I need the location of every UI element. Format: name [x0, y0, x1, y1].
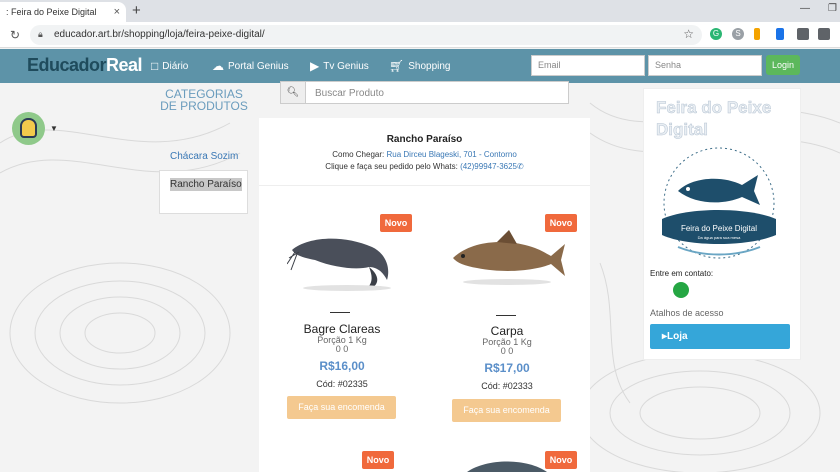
nav-label: Shopping [408, 60, 451, 72]
logo-part1: Educador [27, 55, 107, 75]
whats-link[interactable]: (42)99947-3625 [460, 162, 517, 171]
extension-pencil-icon[interactable] [754, 28, 760, 40]
contact-label: Entre em contato: [650, 269, 714, 278]
address-bar[interactable]: 🔒︎ educador.art.br/shopping/loja/feira-p… [30, 25, 702, 45]
logo-tagline: Da água para sua mesa [698, 235, 741, 240]
store-directions: Como Chegar: Rua Dirceu Blageski, 701 - … [259, 150, 590, 159]
nav-label: Tv Genius [323, 60, 369, 72]
store-whats: Clique e faça seu pedido pelo Whats: (42… [259, 162, 590, 171]
extension-g-icon[interactable]: G [710, 28, 722, 40]
product-price: R$16,00 [319, 359, 365, 373]
store-title: Feira do Peixe Digital [656, 98, 772, 140]
password-field[interactable]: Senha [648, 55, 762, 76]
login-button[interactable]: Login [766, 55, 800, 75]
browser-toolbar: ↻ 🔒︎ educador.art.br/shopping/loja/feira… [0, 22, 840, 48]
new-badge: Novo [545, 451, 577, 469]
store-list: Rancho Paraíso [159, 170, 248, 214]
loja-button[interactable]: ▸Loja [650, 324, 790, 349]
tab-title: : Feira do Peixe Digital [6, 7, 97, 17]
chevron-down-icon[interactable]: ▼ [50, 124, 58, 133]
search-icon[interactable]: 🔍︎ [281, 82, 306, 103]
book-icon: □ [151, 59, 159, 73]
product-search: 🔍︎ Buscar Produto [280, 81, 569, 104]
restore-button[interactable]: ❐ [828, 3, 837, 14]
extension-skype-icon[interactable]: S [732, 28, 744, 40]
product-price: R$17,00 [484, 361, 530, 375]
product-rating: 0 0 [500, 346, 514, 356]
brain-head-icon [20, 118, 37, 138]
store-info: Rancho Paraíso Como Chegar: Rua Dirceu B… [259, 118, 590, 186]
new-tab-button[interactable]: + [132, 2, 141, 19]
nav-portal-genius[interactable]: ☁ Portal Genius [212, 59, 289, 73]
category-link[interactable]: Chácara Sozim [170, 151, 238, 162]
products-area: Rancho Paraíso Como Chegar: Rua Dirceu B… [259, 118, 590, 472]
selected-store-item[interactable]: Rancho Paraíso [170, 178, 242, 191]
store-logo: Feira do Peixe Digital Da água para sua … [662, 147, 776, 259]
tab-close-icon[interactable]: × [114, 6, 120, 18]
bookmark-star-icon[interactable]: ☆ [683, 27, 694, 41]
product-code: Cód: #02333 [481, 381, 533, 391]
product-name[interactable]: Bagre Clareas [267, 322, 417, 336]
email-field[interactable]: Email [531, 55, 645, 76]
product-rating: 0 0 [335, 344, 349, 354]
url-text: educador.art.br/shopping/loja/feira-peix… [54, 29, 265, 40]
play-icon: ▶ [310, 59, 320, 73]
nav-tv-genius[interactable]: ▶ Tv Genius [310, 59, 369, 73]
cast-icon[interactable] [818, 28, 830, 40]
nav-label: Portal Genius [228, 60, 289, 72]
product-name[interactable]: Carpa [432, 324, 582, 338]
categories-title: CATEGORIAS DE PRODUTOS [160, 87, 248, 113]
store-side-panel: Feira do Peixe Digital Feira do Peixe Di… [643, 88, 801, 360]
order-button[interactable]: Faça sua encomenda [452, 399, 561, 422]
new-badge: Novo [362, 451, 394, 469]
cart-icon: 🛒︎ [389, 59, 405, 73]
product-code: Cód: #02335 [316, 379, 368, 389]
whatsapp-icon: ✆ [517, 162, 524, 171]
extension-feather-icon[interactable] [776, 28, 784, 40]
logo-text: Feira do Peixe Digital [681, 224, 757, 233]
loja-label: Loja [667, 331, 688, 342]
browser-tabstrip: : Feira do Peixe Digital × + — ❐ [0, 0, 840, 22]
separator-line [496, 315, 516, 316]
extensions-puzzle-icon[interactable] [797, 28, 809, 40]
order-button[interactable]: Faça sua encomenda [287, 396, 396, 419]
search-input[interactable]: Buscar Produto [315, 88, 384, 99]
site-header: EducadorReal □ Diário ☁ Portal Genius ▶ Tv … [0, 49, 840, 83]
minimize-button[interactable]: — [800, 3, 810, 14]
catfish-image [287, 238, 391, 291]
cloud-icon: ☁ [212, 59, 224, 73]
directions-label: Como Chegar: [332, 150, 385, 159]
reload-icon[interactable]: ↻ [10, 28, 20, 42]
nav-label: Diário [162, 60, 189, 72]
nav-diario[interactable]: □ Diário [151, 59, 188, 73]
store-name: Rancho Paraíso [386, 134, 463, 145]
directions-link[interactable]: Rua Dirceu Blageski, 701 - Contorno [386, 150, 516, 159]
lock-icon: 🔒︎ [38, 29, 43, 39]
site-logo[interactable]: EducadorReal [27, 55, 143, 76]
carp-image [453, 230, 565, 285]
whatsapp-icon[interactable] [673, 282, 689, 298]
nav-shopping[interactable]: 🛒︎ Shopping [389, 59, 451, 73]
separator-line [330, 312, 350, 313]
fish-image-partial [467, 461, 547, 472]
logo-part2: Real [106, 55, 143, 75]
whats-label: Clique e faça seu pedido pelo Whats: [325, 162, 458, 171]
shortcuts-label: Atalhos de acesso [650, 308, 724, 318]
user-avatar[interactable] [12, 112, 45, 145]
browser-tab[interactable]: : Feira do Peixe Digital × [0, 2, 126, 22]
